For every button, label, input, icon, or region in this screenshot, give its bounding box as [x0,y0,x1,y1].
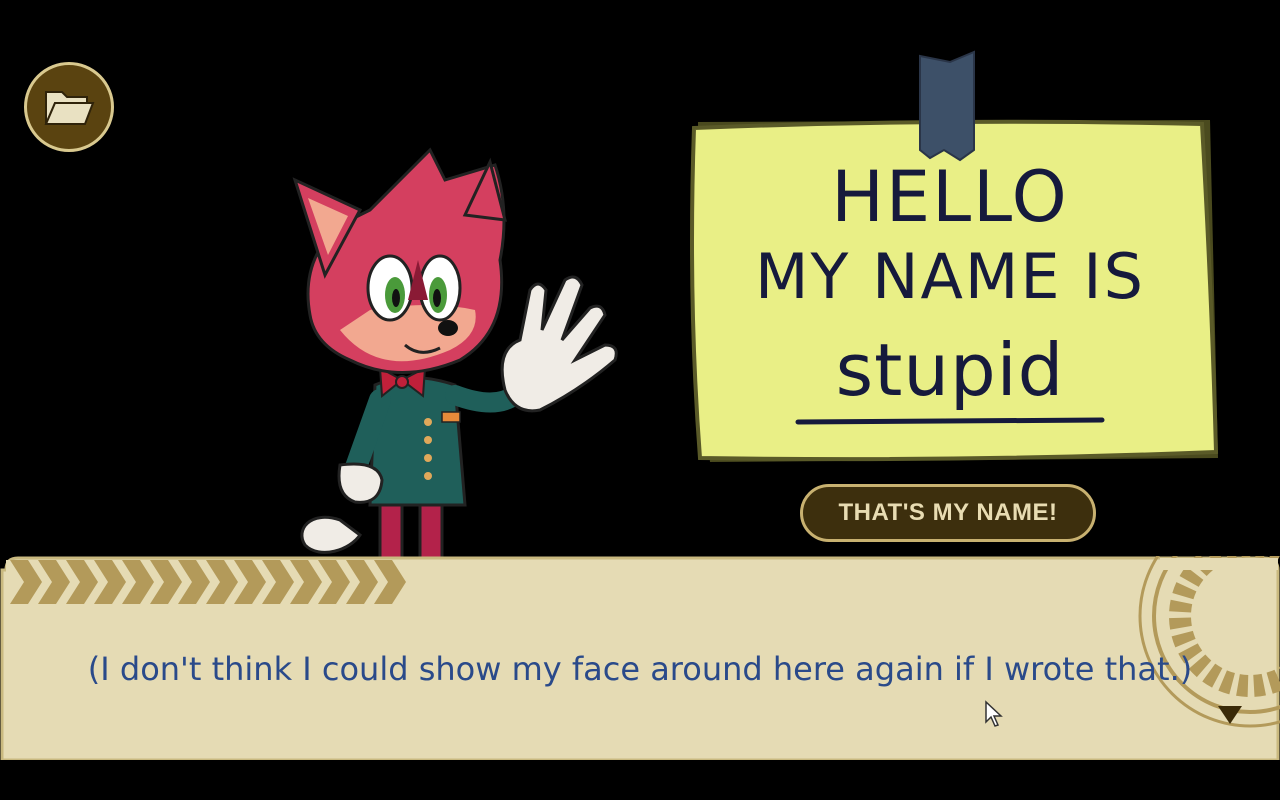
dialog-text: (I don't think I could show my face arou… [87,650,1193,688]
folder-icon [44,91,95,125]
save-load-button[interactable] [24,62,114,152]
sign-line-my-name-is: MY NAME IS [755,240,1145,313]
sign-line-hello: HELLO [831,156,1069,238]
character-sprite [292,147,618,560]
sign-line-name: stupid [835,328,1065,412]
triangle-down-icon[interactable] [1216,704,1244,726]
confirm-name-button[interactable]: THAT'S MY NAME! [800,484,1096,542]
mouse-cursor-icon [985,700,1003,727]
